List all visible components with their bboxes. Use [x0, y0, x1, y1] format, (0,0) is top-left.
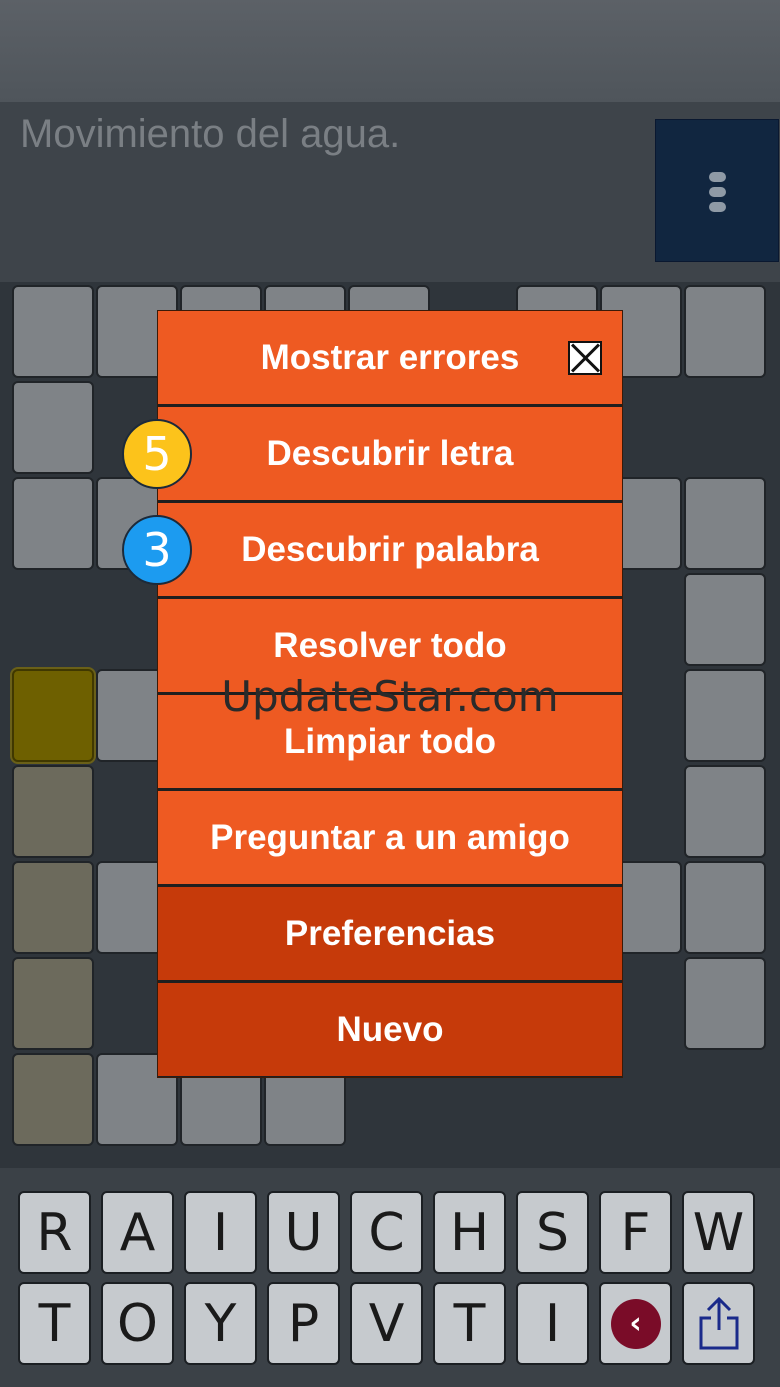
- close-icon[interactable]: [568, 341, 602, 375]
- new-game-button[interactable]: Nuevo: [158, 983, 622, 1076]
- key-letter[interactable]: T: [433, 1282, 506, 1365]
- grid-cell-highlighted[interactable]: [12, 957, 94, 1050]
- share-button[interactable]: [682, 1282, 755, 1365]
- clue-text: Movimiento del agua.: [20, 112, 401, 156]
- key-letter[interactable]: F: [599, 1191, 672, 1274]
- top-bar: [0, 0, 780, 102]
- key-letter[interactable]: O: [101, 1282, 174, 1365]
- ask-friend-button[interactable]: Preguntar a un amigo: [158, 791, 622, 884]
- key-letter[interactable]: I: [516, 1282, 589, 1365]
- more-dots-icon: [709, 202, 726, 212]
- grid-cell[interactable]: [684, 861, 766, 954]
- grid-cell[interactable]: [684, 957, 766, 1050]
- grid-cell[interactable]: [12, 477, 94, 570]
- grid-cell-highlighted[interactable]: [12, 1053, 94, 1146]
- more-dots-icon: [709, 172, 726, 182]
- key-letter[interactable]: V: [350, 1282, 423, 1365]
- key-letter[interactable]: Y: [184, 1282, 257, 1365]
- ask-friend-label: Preguntar a un amigo: [210, 817, 570, 857]
- backspace-button[interactable]: ‹: [599, 1282, 672, 1365]
- letter-keyboard: R A I U C H S F W T O Y P V T I ‹: [0, 1168, 780, 1387]
- reveal-word-button[interactable]: Descubrir palabra: [158, 503, 622, 596]
- show-errors-button[interactable]: Mostrar errores: [158, 311, 622, 404]
- new-game-label: Nuevo: [336, 1009, 444, 1049]
- key-letter[interactable]: S: [516, 1191, 589, 1274]
- more-options-button[interactable]: [655, 119, 779, 262]
- key-letter[interactable]: P: [267, 1282, 340, 1365]
- grid-cell[interactable]: [684, 573, 766, 666]
- key-letter[interactable]: T: [18, 1282, 91, 1365]
- share-icon: [699, 1296, 738, 1349]
- key-letter[interactable]: H: [433, 1191, 506, 1274]
- grid-cell-highlighted[interactable]: [12, 861, 94, 954]
- key-letter[interactable]: C: [350, 1191, 423, 1274]
- reveal-letter-button[interactable]: Descubrir letra: [158, 407, 622, 500]
- grid-cell[interactable]: [684, 765, 766, 858]
- key-letter[interactable]: A: [101, 1191, 174, 1274]
- key-letter[interactable]: R: [18, 1191, 91, 1274]
- solve-all-label: Resolver todo: [273, 625, 507, 665]
- preferences-button[interactable]: Preferencias: [158, 887, 622, 980]
- reveal-word-label: Descubrir palabra: [241, 529, 539, 569]
- grid-cell[interactable]: [12, 381, 94, 474]
- grid-cell-highlighted[interactable]: [12, 765, 94, 858]
- grid-cell[interactable]: [684, 285, 766, 378]
- back-arrow-icon: ‹: [610, 1298, 661, 1349]
- more-dots-icon: [709, 187, 726, 197]
- clear-all-label: Limpiar todo: [284, 721, 496, 761]
- reveal-letter-label: Descubrir letra: [266, 433, 514, 473]
- word-hint-count-badge: 3: [122, 515, 192, 585]
- show-errors-label: Mostrar errores: [260, 337, 520, 377]
- key-letter[interactable]: I: [184, 1191, 257, 1274]
- letter-hint-count-badge: 5: [122, 419, 192, 489]
- grid-cell[interactable]: [12, 285, 94, 378]
- grid-cell[interactable]: [684, 477, 766, 570]
- preferences-label: Preferencias: [284, 913, 496, 953]
- key-letter[interactable]: U: [267, 1191, 340, 1274]
- key-letter[interactable]: W: [682, 1191, 755, 1274]
- watermark: UpdateStar.com: [221, 672, 559, 721]
